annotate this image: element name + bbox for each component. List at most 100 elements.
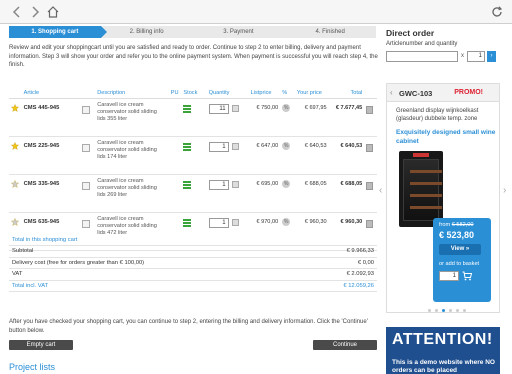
subtotal-value: € 9.966,33	[299, 245, 377, 258]
percent-icon[interactable]: %	[282, 141, 291, 150]
back-icon[interactable]	[8, 3, 26, 21]
list-price: € 750,00	[248, 98, 281, 137]
article-description: Caravell ice cream conservator solid sli…	[95, 98, 169, 137]
delete-cell	[364, 174, 377, 213]
header-article: Article	[21, 88, 81, 99]
direct-order-go-button[interactable]: ›	[487, 51, 496, 62]
direct-order-subtitle: Articlenumber and quantity	[386, 41, 458, 47]
calculator-icon[interactable]	[231, 142, 239, 150]
header-percent: %	[280, 88, 295, 99]
calculator-icon[interactable]	[231, 180, 239, 188]
quantity-input[interactable]: 1	[208, 179, 229, 190]
quantity-input[interactable]: 1	[208, 141, 229, 152]
carousel-dot[interactable]	[463, 309, 466, 312]
step-billing-info[interactable]: 2. Billing info	[101, 26, 193, 38]
add-to-basket-label: or add to basket	[439, 261, 480, 267]
stock-icon	[183, 180, 192, 189]
article-number[interactable]: CMS 445-945	[21, 98, 81, 137]
header-thumb	[80, 88, 96, 99]
carousel-dot[interactable]	[449, 309, 452, 312]
product-image[interactable]	[399, 151, 443, 227]
trash-icon[interactable]	[366, 181, 374, 190]
percent-icon[interactable]: %	[282, 217, 291, 226]
trash-icon[interactable]	[366, 143, 374, 152]
total-value: € 12.059,26	[299, 280, 377, 292]
favorite-star-icon[interactable]	[9, 174, 22, 213]
description-line: lids 355 liter	[97, 115, 128, 122]
product-thumbnail[interactable]	[80, 136, 96, 175]
cart-row: CMS 335-945 Caravell ice cream conservat…	[9, 174, 377, 213]
direct-quantity-input[interactable]: 1	[467, 51, 485, 62]
article-number-input[interactable]	[386, 51, 458, 62]
carousel-dot[interactable]	[435, 309, 438, 312]
percent-cell: %	[280, 98, 295, 137]
cart-table: Article Description PU Stock Quantity Li…	[9, 88, 377, 251]
from-price: from € 582,00	[439, 222, 474, 228]
carousel-prev-icon[interactable]: ‹	[379, 185, 382, 196]
carousel-dot[interactable]	[428, 309, 431, 312]
percent-cell: %	[280, 174, 295, 213]
favorite-star-icon[interactable]	[9, 98, 22, 137]
forward-icon[interactable]	[26, 3, 44, 21]
percent-icon[interactable]: %	[282, 103, 291, 112]
quantity-cell: 11	[206, 98, 249, 137]
step-payment[interactable]: 3. Payment	[193, 26, 285, 38]
fridge-shelf	[410, 194, 442, 197]
pu-cell	[168, 174, 182, 213]
fridge-display	[413, 153, 429, 157]
calculator-icon[interactable]	[231, 104, 239, 112]
carousel-dot[interactable]	[456, 309, 459, 312]
view-button[interactable]: View »	[439, 244, 481, 255]
stock-cell	[181, 98, 207, 137]
fridge-shelf	[410, 182, 442, 185]
trash-icon[interactable]	[366, 219, 374, 228]
home-icon[interactable]	[44, 3, 62, 21]
stock-icon	[183, 218, 192, 227]
percent-icon[interactable]: %	[282, 179, 291, 188]
step-shopping-cart[interactable]: 1. Shopping cart	[9, 26, 107, 38]
calculator-icon[interactable]	[231, 218, 239, 226]
step-finished[interactable]: 4. Finished	[284, 26, 376, 38]
carousel-dot-active[interactable]	[442, 309, 445, 312]
quantity-cell: 1	[206, 174, 249, 213]
article-number[interactable]: CMS 225-945	[21, 136, 81, 175]
intro-text: Review and edit your shoppingcart until …	[9, 45, 378, 69]
header-pu: PU	[168, 88, 182, 99]
chevron-left-icon[interactable]: ‹	[390, 88, 393, 97]
refresh-icon[interactable]	[488, 3, 506, 21]
product-thumbnail[interactable]	[80, 174, 96, 213]
carousel-next-icon[interactable]: ›	[503, 185, 506, 196]
your-price: € 697,95	[294, 98, 329, 137]
article-number[interactable]: CMS 335-945	[21, 174, 81, 213]
quantity-input[interactable]: 1	[208, 217, 229, 228]
favorite-star-icon[interactable]	[9, 136, 22, 175]
quantity-input[interactable]: 11	[208, 103, 229, 114]
promo-quantity-input[interactable]: 1	[439, 271, 459, 281]
thumbnail-image	[82, 105, 91, 114]
thumbnail-image	[82, 143, 91, 152]
continue-label: Continue	[332, 342, 358, 348]
project-lists-heading: Project lists	[9, 362, 56, 372]
header-quantity: Quantity	[206, 88, 249, 99]
empty-cart-button[interactable]: Empty cart	[9, 340, 73, 350]
direct-order-title: Direct order	[386, 28, 435, 38]
row-total: € 7.677,45	[328, 98, 365, 137]
description-line: conservator solid sliding	[97, 184, 157, 191]
stock-cell	[181, 174, 207, 213]
description-line: Caravell ice cream	[97, 177, 144, 184]
promo-tagline[interactable]: Exquisitely designed small wine cabinet	[396, 128, 496, 146]
fridge-shelf	[410, 206, 442, 209]
thumbnail-image	[82, 219, 91, 228]
from-label: from	[439, 222, 451, 228]
delete-cell	[364, 136, 377, 175]
continue-button[interactable]: Continue	[313, 340, 377, 350]
description-line: conservator solid sliding	[97, 108, 157, 115]
trash-icon[interactable]	[366, 105, 374, 114]
after-text: After you have checked your shopping car…	[9, 319, 368, 334]
your-price: € 640,53	[294, 136, 329, 175]
promo-code: GWC-103	[399, 89, 433, 98]
header-listprice: Listprice	[248, 88, 281, 99]
cart-icon[interactable]	[462, 271, 473, 281]
description-line: lids 174 liter	[97, 153, 128, 160]
product-thumbnail[interactable]	[80, 98, 96, 137]
